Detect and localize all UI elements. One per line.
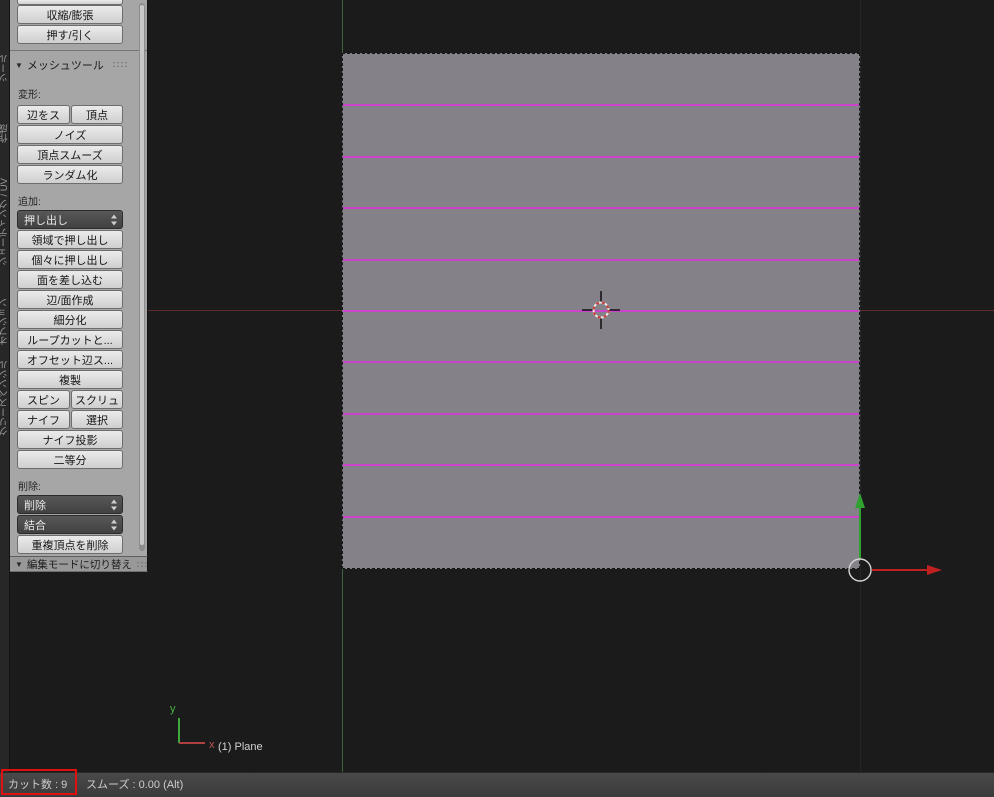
knife-button[interactable]: ナイフ: [17, 410, 70, 429]
subdivide-button[interactable]: 細分化: [17, 310, 123, 329]
tool-shelf-tab-strip: ツール 作成 シェーディング / UV オプション グリースペンシル: [0, 0, 10, 772]
delete-section-label: 削除:: [18, 482, 41, 493]
tool-shelf: 収縮/膨張 押す/引く ▼ メッシュツール 変形: 辺をス 頂点 ノイズ 頂点ス…: [10, 0, 148, 772]
extrude-dropdown[interactable]: 押し出し: [17, 210, 123, 229]
remove-doubles-button[interactable]: 重複頂点を削除: [17, 535, 123, 554]
merge-dropdown-value: 結合: [24, 519, 46, 532]
loopcut-preview-line: [343, 155, 859, 158]
manipulator-y-arrowhead-icon[interactable]: [855, 493, 865, 508]
noise-button[interactable]: ノイズ: [17, 125, 123, 144]
viewport-3d[interactable]: y x (1) Plane: [148, 0, 994, 772]
vertex-smooth-button[interactable]: 頂点スムーズ: [17, 145, 123, 164]
smooth-status: スムーズ : 0.00 (Alt): [86, 779, 184, 791]
extrude-dropdown-value: 押し出し: [24, 214, 68, 227]
offset-edge-slide-button[interactable]: オフセット辺ス...: [17, 350, 123, 369]
active-object-info: (1) Plane: [218, 741, 263, 753]
tool-shelf-scrollbar[interactable]: [139, 3, 145, 551]
gizmo-x-label: x: [209, 739, 215, 751]
chevron-up-down-icon: [111, 499, 118, 510]
shelf-tab-options[interactable]: オプション: [0, 298, 9, 346]
randomize-button[interactable]: ランダム化: [17, 165, 123, 184]
loopcut-preview-line: [343, 412, 859, 415]
manipulator-view-circle[interactable]: [848, 558, 872, 582]
edit-mode-panel-header[interactable]: ▼ 編集モードに切り替え: [10, 556, 148, 572]
panel-drag-dots-icon[interactable]: [112, 61, 128, 68]
duplicate-button[interactable]: 複製: [17, 370, 123, 389]
scrollbar-thumb[interactable]: [140, 5, 144, 545]
deform-section-label: 変形:: [18, 90, 41, 101]
chevron-up-down-icon: [111, 214, 118, 225]
edit-mode-panel-label: 編集モードに切り替え: [26, 558, 132, 571]
push-pull-button[interactable]: 押す/引く: [17, 25, 123, 44]
loopcut-preview-line: [343, 515, 859, 518]
loopcut-preview-line: [343, 361, 859, 364]
spin-button[interactable]: スピン: [17, 390, 70, 409]
chevron-up-down-icon: [111, 519, 118, 530]
mesh-tools-panel-header[interactable]: ▼ メッシュツール: [15, 57, 104, 73]
loopcut-preview-line: [343, 258, 859, 261]
shelf-tab-create[interactable]: 作成: [0, 124, 9, 143]
viewport-header-bar: カット数 : 9 スムーズ : 0.00 (Alt): [0, 772, 994, 797]
grid-line: [860, 0, 861, 772]
panel-header-label: メッシュツール: [26, 60, 104, 72]
shelf-tab-tools[interactable]: ツール: [0, 54, 9, 83]
screw-button[interactable]: スクリュ: [71, 390, 123, 409]
shelf-tab-shading-uv[interactable]: シェーディング / UV: [0, 178, 9, 266]
gizmo-y-label: y: [170, 703, 176, 715]
loop-cut-button[interactable]: ループカットと...: [17, 330, 123, 349]
edge-slide-button[interactable]: 辺をス: [17, 105, 70, 124]
delete-dropdown[interactable]: 削除: [17, 495, 123, 514]
shelf-tab-grease-pencil[interactable]: グリースペンシル: [0, 360, 9, 436]
vertex-slide-button[interactable]: 頂点: [71, 105, 123, 124]
collapse-triangle-icon: ▼: [15, 60, 23, 70]
shrink-fatten-button[interactable]: 収縮/膨張: [17, 5, 123, 24]
manipulator-x-arrowhead-icon[interactable]: [927, 565, 942, 575]
make-edge-face-button[interactable]: 辺/面作成: [17, 290, 123, 309]
extrude-individual-button[interactable]: 個々に押し出し: [17, 250, 123, 269]
loopcut-preview-line: [343, 207, 859, 210]
loopcut-preview-line: [343, 464, 859, 467]
panel-drag-dots-icon: [135, 560, 147, 568]
knife-select-button[interactable]: 選択: [71, 410, 123, 429]
panel-separator: [10, 50, 147, 51]
extrude-region-button[interactable]: 領域で押し出し: [17, 230, 123, 249]
merge-dropdown[interactable]: 結合: [17, 515, 123, 534]
annotation-highlight-box: [1, 769, 77, 795]
3d-cursor: [582, 291, 620, 329]
loopcut-preview-line: [343, 104, 859, 107]
bisect-button[interactable]: 二等分: [17, 450, 123, 469]
delete-dropdown-value: 削除: [24, 499, 46, 512]
knife-project-button[interactable]: ナイフ投影: [17, 430, 123, 449]
transform-manipulator[interactable]: [810, 484, 950, 584]
add-section-label: 追加:: [18, 197, 41, 208]
inset-faces-button[interactable]: 面を差し込む: [17, 270, 123, 289]
collapse-triangle-icon: ▼: [15, 559, 23, 569]
blender-window: ツール 作成 シェーディング / UV オプション グリースペンシル 収縮/膨張…: [0, 0, 994, 797]
tool-shelf-panels: 収縮/膨張 押す/引く ▼ メッシュツール 変形: 辺をス 頂点 ノイズ 頂点ス…: [10, 0, 148, 556]
